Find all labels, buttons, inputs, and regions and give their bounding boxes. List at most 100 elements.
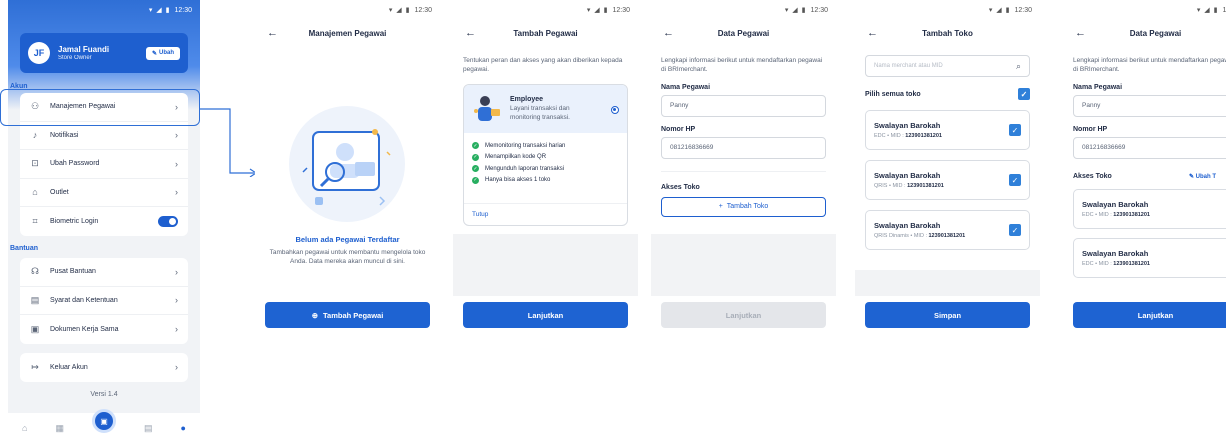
phone-field-label: Nomor HP <box>1073 125 1108 133</box>
close-role-details-link[interactable]: Tutup <box>464 203 627 225</box>
signal-icon: ▾ ◢ ▮ <box>784 7 807 14</box>
selected-store-card: Swalayan Barokah EDC • MID : 12390138120… <box>1073 188 1226 229</box>
store-name: Swalayan Barokah <box>874 171 941 180</box>
phone-field[interactable]: 081216836669 <box>1073 136 1226 159</box>
divider <box>661 170 826 172</box>
edit-icon: ✎ <box>1188 173 1194 180</box>
check-circle-icon: ✓ <box>472 165 479 173</box>
select-all-checkbox[interactable]: ✓ <box>1018 88 1030 100</box>
menu-item-label: Ubah Password <box>50 160 100 168</box>
signal-icon: ▾ ◢ ▮ <box>1196 7 1219 14</box>
store-access-label: Akses Toko <box>1073 172 1112 180</box>
permission-label: Hanya bisa akses 1 toko <box>485 177 551 184</box>
tambah-toko-screen: ▾ ◢ ▮ 12:30 ← Tambah Toko Nama merchant … <box>855 0 1040 443</box>
phone-field[interactable]: 081216836669 <box>661 136 826 159</box>
search-placeholder: Nama merchant atau MID <box>874 63 943 69</box>
check-circle-icon: ✓ <box>472 176 479 184</box>
signal-icon: ▾ ◢ ▮ <box>388 7 411 14</box>
document-icon: ▤ <box>30 294 40 305</box>
plus-circle-icon: ⊕ <box>311 310 318 320</box>
logout-label: Keluar Akun <box>50 363 88 371</box>
save-button[interactable]: Simpan <box>865 302 1030 328</box>
menu-item-outlet[interactable]: ⌂ Outlet › <box>20 179 188 207</box>
back-arrow-icon[interactable]: ← <box>663 27 683 39</box>
menu-item-dokumen-kerja-sama[interactable]: ▣ Dokumen Kerja Sama › <box>20 315 188 344</box>
continue-button-disabled[interactable]: Lanjutkan <box>661 302 826 328</box>
flow-arrow <box>200 108 258 177</box>
home-icon[interactable]: ⌂ <box>22 423 27 433</box>
name-field[interactable]: Panny <box>661 94 826 117</box>
plus-icon: + <box>718 203 723 211</box>
profile-card: JF Jamal Fuandi Store Owner ✎ Ubah <box>20 33 188 73</box>
edit-profile-label: Ubah <box>159 50 174 56</box>
add-store-label: Tambah Toko <box>726 203 769 211</box>
qr-fab-button[interactable]: ▣ <box>91 409 116 433</box>
intro-text: Lengkapi informasi berikut untuk mendaft… <box>1073 57 1226 74</box>
profile-screen: ▾ ◢ ▮ 12:30 JF Jamal Fuandi Store Owner … <box>8 0 200 443</box>
search-icon: ⌕ <box>1015 60 1021 71</box>
menu-item-label: Pusat Bantuan <box>50 268 96 276</box>
chevron-right-icon: › <box>175 187 178 198</box>
role-card-employee[interactable]: Employee Layani transaksi dan monitoring… <box>463 84 628 226</box>
edit-profile-button[interactable]: ✎ Ubah <box>145 46 180 60</box>
edit-store-link[interactable]: ✎ Ubah T <box>1189 173 1216 180</box>
store-name: Swalayan Barokah <box>1082 199 1149 209</box>
app-header: ← Data Pegawai <box>651 20 836 46</box>
store-checkbox[interactable]: ✓ <box>1009 174 1021 186</box>
back-arrow-icon[interactable]: ← <box>267 27 287 39</box>
menu-item-pusat-bantuan[interactable]: ☊ Pusat Bantuan › <box>20 258 188 287</box>
bantuan-menu: ☊ Pusat Bantuan › ▤ Syarat dan Ketentuan… <box>20 258 188 344</box>
store-option[interactable]: Swalayan Barokah EDC • MID : 12390138120… <box>865 110 1030 150</box>
data-pegawai-filled-screen: ▾ ◢ ▮ 12:30 ← Data Pegawai Lengkapi info… <box>1063 0 1226 443</box>
store-meta: EDC • MID : 123901381201 <box>874 133 942 139</box>
status-time: 12:30 <box>612 6 630 14</box>
store-option[interactable]: Swalayan Barokah QRIS • MID : 1239013812… <box>865 160 1030 200</box>
add-employee-button[interactable]: ⊕ Tambah Pegawai <box>265 302 430 328</box>
history-icon[interactable]: ▤ <box>144 423 153 434</box>
empty-employee-illustration <box>289 106 405 222</box>
status-time: 12:30 <box>414 6 432 14</box>
menu-item-syarat-ketentuan[interactable]: ▤ Syarat dan Ketentuan › <box>20 287 188 315</box>
back-arrow-icon[interactable]: ← <box>465 27 485 39</box>
back-arrow-icon[interactable]: ← <box>1075 27 1095 39</box>
store-checkbox[interactable]: ✓ <box>1009 224 1021 236</box>
store-checkbox[interactable]: ✓ <box>1009 124 1021 136</box>
empty-area <box>453 234 638 296</box>
check-circle-icon: ✓ <box>472 142 479 150</box>
select-all-row: Pilih semua toko ✓ <box>855 88 1040 100</box>
section-bantuan-title: Bantuan <box>10 245 38 252</box>
add-store-button[interactable]: + Tambah Toko <box>661 196 826 217</box>
status-bar: ▾ ◢ ▮ 12:30 <box>855 0 1040 20</box>
manajemen-pegawai-screen: ▾ ◢ ▮ 12:30 ← Manajemen Pegawai Belum ad… <box>255 0 440 443</box>
chevron-right-icon: › <box>175 130 178 141</box>
menu-item-label: Syarat dan Ketentuan <box>50 296 118 304</box>
bottom-nav: ⌂ ▦ ▣ ▤ ● <box>8 409 200 443</box>
contract-icon: ▣ <box>30 323 40 334</box>
report-icon[interactable]: ▦ <box>55 423 64 434</box>
app-header: ← Tambah Toko <box>855 20 1040 46</box>
status-bar: ▾ ◢ ▮ 12:30 <box>8 0 200 20</box>
store-option[interactable]: Swalayan Barokah QRIS Dinamis • MID : 12… <box>865 210 1030 250</box>
name-field[interactable]: Panny <box>1073 94 1226 117</box>
profile-icon[interactable]: ● <box>181 423 186 433</box>
signal-icon: ▾ ◢ ▮ <box>586 7 609 14</box>
continue-button[interactable]: Lanjutkan <box>1073 302 1226 328</box>
store-search-input[interactable]: Nama merchant atau MID ⌕ <box>865 55 1030 77</box>
app-header: ← Manajemen Pegawai <box>255 20 440 46</box>
store-access-row: Akses Toko ✎ Ubah T <box>1063 173 1226 180</box>
back-arrow-icon[interactable]: ← <box>867 27 887 39</box>
name-field-label: Nama Pegawai <box>1073 83 1123 91</box>
intro-text: Tentukan peran dan akses yang akan diber… <box>463 57 623 74</box>
menu-item-label: Dokumen Kerja Sama <box>50 325 119 333</box>
menu-item-ubah-password[interactable]: ⊡ Ubah Password › <box>20 150 188 179</box>
biometric-toggle[interactable] <box>158 215 178 227</box>
edit-icon: ✎ <box>151 50 157 57</box>
highlight-frame <box>0 89 200 126</box>
continue-button[interactable]: Lanjutkan <box>463 302 628 328</box>
role-header: Employee Layani transaksi dan monitoring… <box>464 85 627 133</box>
logout-button[interactable]: ↦ Keluar Akun › <box>20 353 188 382</box>
status-bar: ▾ ◢ ▮ 12:30 <box>651 0 836 20</box>
role-radio-selected[interactable] <box>611 106 619 114</box>
profile-role: Store Owner <box>58 55 92 61</box>
select-all-label: Pilih semua toko <box>865 90 921 98</box>
